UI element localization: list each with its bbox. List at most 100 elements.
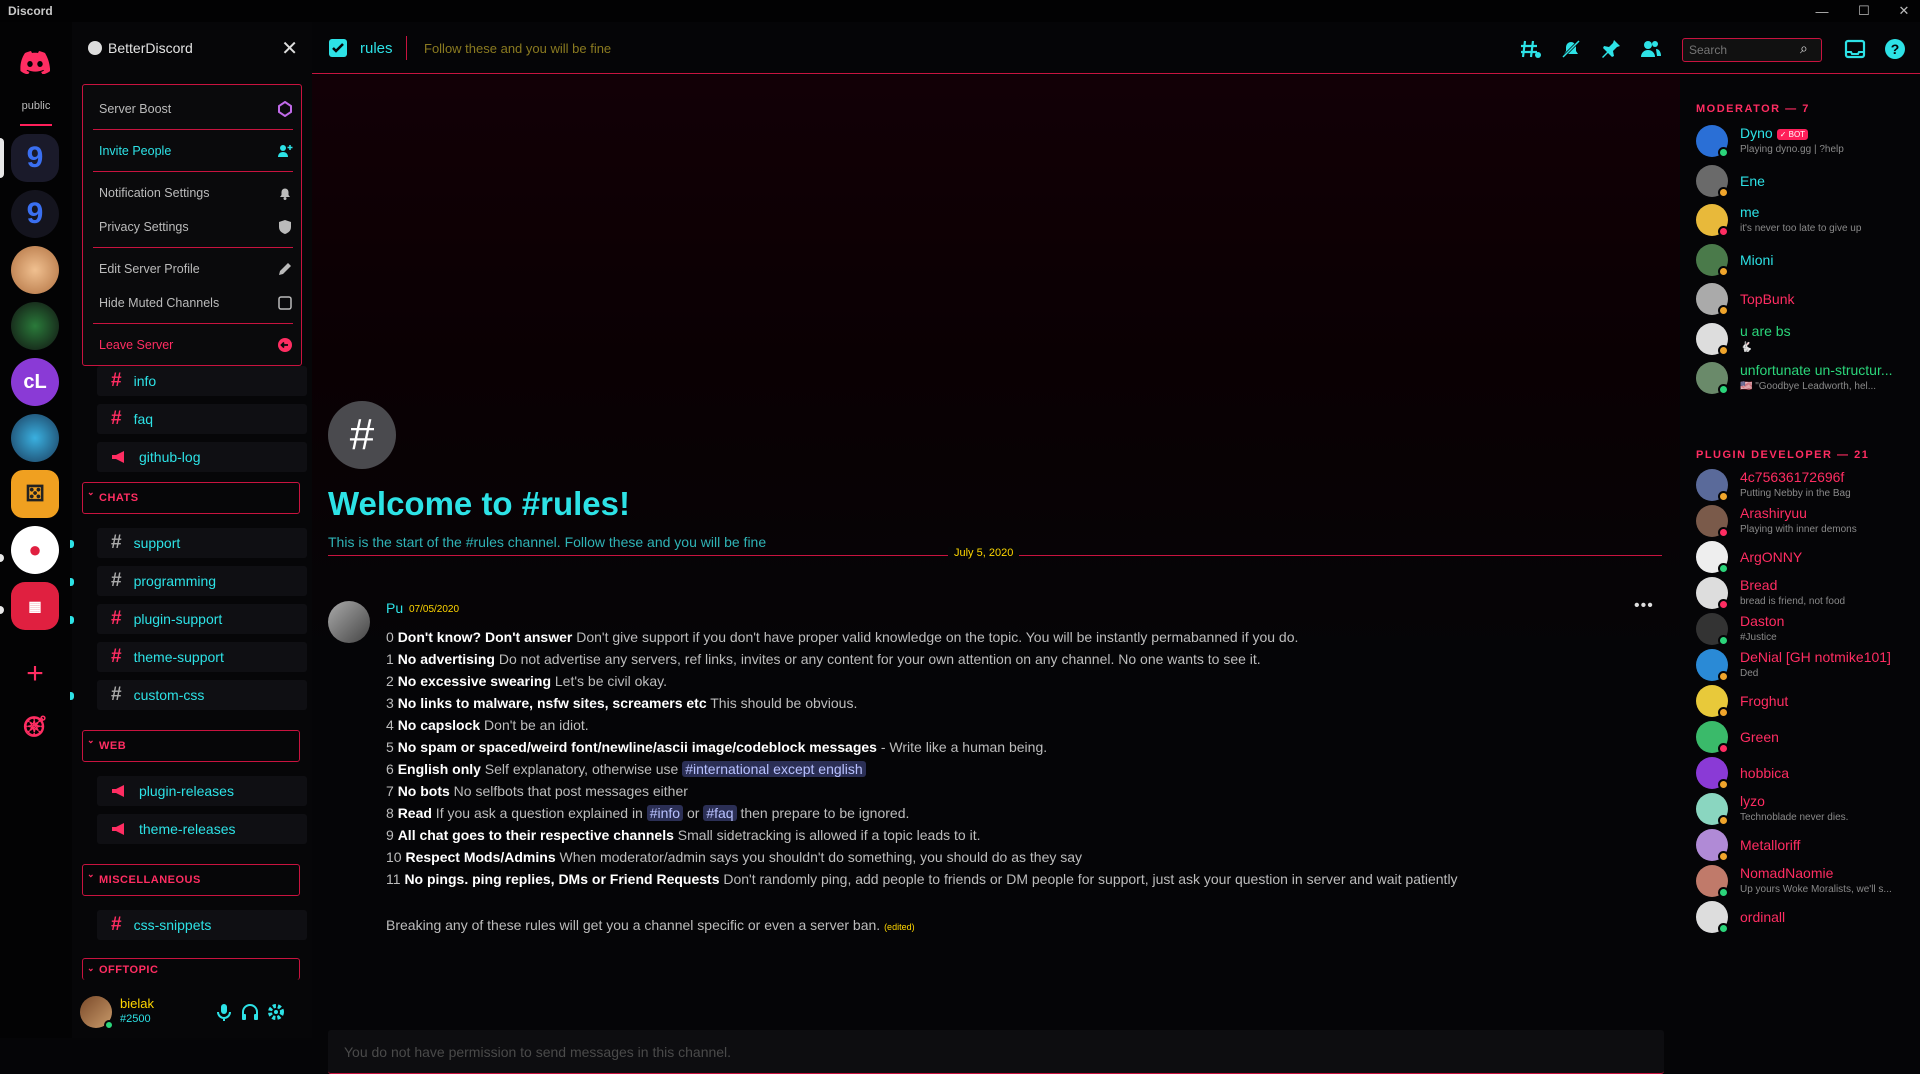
channel-custom-css[interactable]: # custom-css [97,680,307,710]
server-flag[interactable]: ● [11,526,59,574]
maximize-button[interactable]: ☐ [1850,0,1878,22]
rule-number: 1 [386,651,394,667]
channel-css-snippets[interactable]: # css-snippets [97,910,307,940]
member-item[interactable]: NomadNaomie Up yours Woke Moralists, we'l… [1696,861,1916,901]
channel-topic[interactable]: Follow these and you will be fine [424,41,611,56]
member-item[interactable]: Arashiryuu Playing with inner demons [1696,501,1916,541]
member-item[interactable]: ordinall [1696,897,1916,937]
discord-home-icon[interactable] [11,38,59,86]
message-author[interactable]: Pu [386,600,403,616]
channel-support[interactable]: # support [97,528,307,558]
channel-label: programming [133,573,217,589]
member-item[interactable]: unfortunate un-structur... 🇺🇸 "Goodbye Le… [1696,358,1916,398]
channel-info[interactable]: # info [97,366,307,396]
menu-notification-settings[interactable]: Notification Settings [83,177,303,209]
member-item[interactable]: Dyno ✓ BOT Playing dyno.gg | ?help [1696,121,1916,161]
rule-number: 10 [386,849,402,865]
member-item[interactable]: Green [1696,717,1916,757]
member-item[interactable]: Mioni [1696,240,1916,280]
member-list-icon[interactable] [1640,38,1662,60]
channel-plugin-releases[interactable]: plugin-releases [97,776,307,806]
category-miscellaneous[interactable]: ⌄ MISCELLANEOUS [82,864,300,896]
channel-theme-releases[interactable]: theme-releases [97,814,307,844]
member-name-text: Dyno [1740,125,1773,141]
explore-compass-icon[interactable]: 🧭︎ [11,702,59,750]
channel-faq[interactable]: # faq [97,404,307,434]
member-item[interactable]: 4c75636172696f Putting Nebby in the Bag [1696,465,1916,505]
member-activity: it's never too late to give up [1740,223,1862,234]
member-item[interactable]: Metalloriff [1696,825,1916,865]
channel-theme-support[interactable]: # theme-support [97,642,307,672]
pin-icon[interactable] [1600,38,1622,60]
status-indicator [1718,305,1729,316]
channel-mention[interactable]: #faq [703,805,737,821]
member-item[interactable]: Daston #Justice [1696,609,1916,649]
menu-leave-server[interactable]: Leave Server [83,329,303,361]
menu-edit-server-profile[interactable]: Edit Server Profile [83,253,303,285]
add-server-icon[interactable]: + [11,650,59,698]
member-item[interactable]: me it's never too late to give up [1696,200,1916,240]
more-options-icon[interactable]: ••• [1634,597,1654,615]
channel-label: css-snippets [133,917,212,933]
member-item[interactable]: u are bs 🐇 [1696,319,1916,359]
message-timestamp: 07/05/2020 [409,604,460,615]
member-item[interactable]: lyzo Technoblade never dies. [1696,789,1916,829]
rule-text: No selfbots that post messages either [449,783,688,799]
member-item[interactable]: Froghut [1696,681,1916,721]
headphones-icon[interactable] [240,1002,260,1022]
hash-icon: # [111,684,122,705]
channel-mention[interactable]: #info [646,805,684,821]
member-item[interactable]: Bread bread is friend, not food [1696,573,1916,613]
server-betterdiscord[interactable]: 9 [11,134,59,182]
avatar[interactable] [328,601,370,643]
rule-title: No excessive swearing [397,673,551,689]
status-indicator [1718,923,1729,934]
channel-programming[interactable]: # programming [97,566,307,596]
category-offtopic[interactable]: ⌄ OFFTOPIC [82,958,300,980]
channel-mention[interactable]: #international except english [682,761,866,777]
checkbox-icon[interactable] [277,295,293,311]
member-item[interactable]: ArgONNY [1696,537,1916,577]
menu-label: Hide Muted Channels [99,296,220,310]
server-team[interactable] [11,302,59,350]
menu-server-boost[interactable]: Server Boost [83,93,303,125]
menu-invite-people[interactable]: Invite People [83,135,303,167]
help-icon[interactable]: ? [1884,38,1906,60]
server-cl[interactable]: cL [11,358,59,406]
home-label: public [21,100,51,112]
date-label: July 5, 2020 [948,547,1020,559]
server-folder[interactable]: ▦ [11,582,59,630]
category-chats[interactable]: ⌄ CHATS [82,482,300,514]
close-window-button[interactable]: ✕ [1890,0,1918,22]
minimize-button[interactable]: — [1808,0,1836,22]
channel-plugin-support[interactable]: # plugin-support [97,604,307,634]
close-icon[interactable]: ✕ [281,36,298,61]
member-item[interactable]: hobbica [1696,753,1916,793]
server-header[interactable]: BetterDiscord ✕ [72,22,312,74]
channel-github-log[interactable]: github-log [97,442,307,472]
microphone-icon[interactable] [214,1002,234,1022]
member-item[interactable]: Ene [1696,161,1916,201]
category-web[interactable]: ⌄ WEB [82,730,300,762]
menu-divider [93,247,293,248]
add-person-icon [278,145,293,157]
gear-icon[interactable] [266,1002,286,1022]
status-indicator [1718,226,1729,237]
server-doge[interactable] [11,246,59,294]
member-name: me [1740,204,1759,220]
server-dice[interactable]: ⚄ [11,470,59,518]
server-betterdiscord-2[interactable]: 9 [11,190,59,238]
server-helmet[interactable] [11,414,59,462]
category-label: MISCELLANEOUS [99,874,201,886]
member-item[interactable]: DeNial [GH notmike101] Ded [1696,645,1916,685]
avatar[interactable] [80,996,114,1030]
menu-privacy-settings[interactable]: Privacy Settings [83,211,303,243]
notification-mute-icon[interactable] [1560,38,1582,60]
rule-line: 3 No links to malware, nsfw sites, screa… [386,695,857,711]
threads-icon[interactable] [1520,38,1542,60]
menu-hide-muted-channels[interactable]: Hide Muted Channels [83,287,303,319]
member-item[interactable]: TopBunk [1696,279,1916,319]
member-activity: bread is friend, not food [1740,596,1846,607]
rule-text: then prepare to be ignored. [736,805,910,821]
inbox-icon[interactable] [1844,38,1866,60]
